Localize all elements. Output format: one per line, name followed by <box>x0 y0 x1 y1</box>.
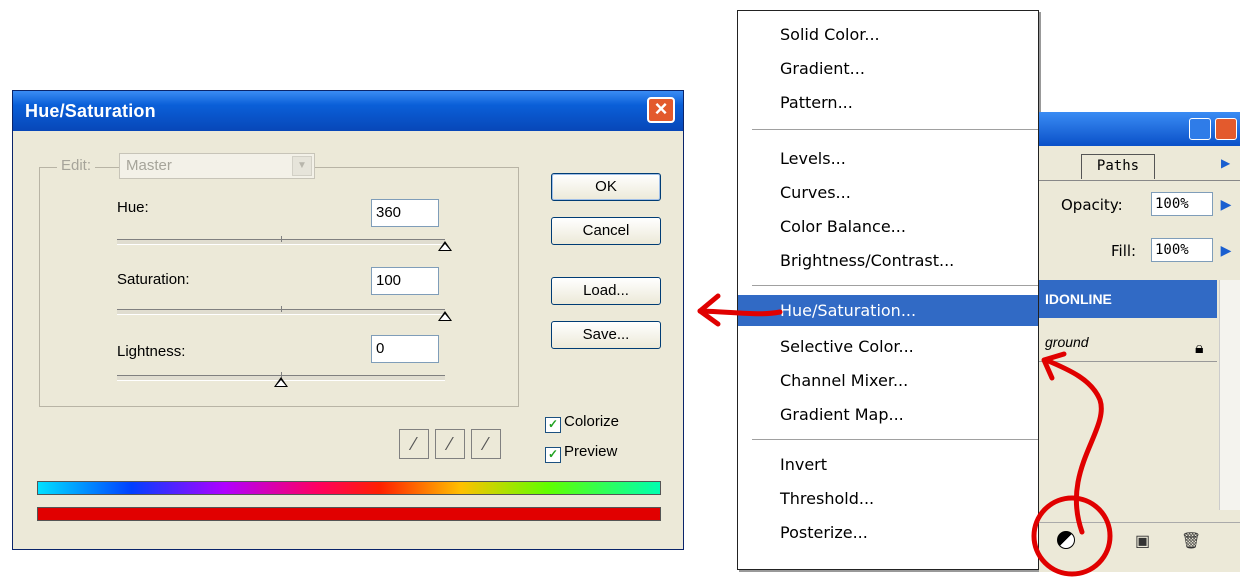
hue-slider-track[interactable] <box>117 236 445 245</box>
opacity-arrow-icon[interactable]: ▶ <box>1217 192 1235 216</box>
dialog-title-bar[interactable]: Hue/Saturation × <box>13 91 683 131</box>
menu-item-threshold[interactable]: Threshold... <box>738 483 1038 514</box>
menu-item-levels[interactable]: Levels... <box>738 143 1038 174</box>
new-layer-icon[interactable]: ▣ <box>1135 531 1150 551</box>
fill-label: Fill: <box>1111 242 1137 260</box>
lightness-input[interactable]: 0 <box>371 335 439 363</box>
panel-tab-row: Paths ▶ <box>1039 152 1240 181</box>
hue-saturation-dialog: Hue/Saturation × Edit: Master ▼ Hue: 360… <box>12 90 684 550</box>
panel-menu-icon[interactable]: ▶ <box>1221 156 1230 170</box>
hue-input[interactable]: 360 <box>371 199 439 227</box>
menu-item-channel-mixer[interactable]: Channel Mixer... <box>738 365 1038 396</box>
save-button[interactable]: Save... <box>551 321 661 349</box>
menu-item-curves[interactable]: Curves... <box>738 177 1038 208</box>
chevron-down-icon[interactable]: ▼ <box>292 156 312 176</box>
output-colorize-bar <box>37 507 661 521</box>
eyedropper-minus-icon[interactable]: ⁄ <box>471 429 501 459</box>
ok-button[interactable]: OK <box>551 173 661 201</box>
menu-divider <box>752 439 1038 440</box>
menu-item-posterize[interactable]: Posterize... <box>738 517 1038 548</box>
panel-title-bar[interactable] <box>1039 112 1240 146</box>
hue-label: Hue: <box>117 199 149 216</box>
trash-icon[interactable]: 🗑︎ <box>1181 531 1201 551</box>
load-button[interactable]: Load... <box>551 277 661 305</box>
cancel-button[interactable]: Cancel <box>551 217 661 245</box>
colorize-label: Colorize <box>564 413 620 430</box>
menu-item-pattern[interactable]: Pattern... <box>738 87 1038 118</box>
checkmark-icon: ✓ <box>545 447 561 463</box>
close-icon[interactable]: × <box>647 97 675 123</box>
checkmark-icon: ✓ <box>545 417 561 433</box>
minimize-icon[interactable] <box>1189 118 1211 140</box>
layer-row-selected[interactable]: IDONLINE <box>1039 280 1217 318</box>
lock-icon: 🔒︎ <box>1195 340 1204 357</box>
input-spectrum-bar <box>37 481 661 495</box>
menu-item-gradient-map[interactable]: Gradient Map... <box>738 399 1038 430</box>
dialog-title: Hue/Saturation <box>25 101 156 121</box>
preview-label: Preview <box>564 443 618 460</box>
opacity-input[interactable]: 100% <box>1151 192 1213 216</box>
layer-row-background[interactable]: ground <box>1039 322 1217 362</box>
saturation-input[interactable]: 100 <box>371 267 439 295</box>
panel-footer: ▣ 🗑︎ <box>1039 522 1240 557</box>
tab-paths[interactable]: Paths <box>1081 154 1155 179</box>
preview-checkbox[interactable]: ✓ Preview <box>545 443 617 463</box>
menu-item-solid-color[interactable]: Solid Color... <box>738 19 1038 50</box>
edit-select-value: Master <box>126 157 172 174</box>
menu-divider <box>752 129 1038 130</box>
fill-input[interactable]: 100% <box>1151 238 1213 262</box>
menu-item-selective-color[interactable]: Selective Color... <box>738 331 1038 362</box>
layers-scrollbar[interactable] <box>1219 280 1240 510</box>
eyedropper-plus-icon[interactable]: ⁄ <box>435 429 465 459</box>
menu-item-gradient[interactable]: Gradient... <box>738 53 1038 84</box>
eyedropper-icon[interactable]: ⁄ <box>399 429 429 459</box>
fill-arrow-icon[interactable]: ▶ <box>1217 238 1235 262</box>
saturation-slider-track[interactable] <box>117 306 445 315</box>
menu-item-color-balance[interactable]: Color Balance... <box>738 211 1038 242</box>
colorize-checkbox[interactable]: ✓ Colorize <box>545 413 619 433</box>
menu-item-brightness-contrast[interactable]: Brightness/Contrast... <box>738 245 1038 276</box>
adjustment-group <box>39 167 519 407</box>
layers-panel: Paths ▶ Opacity: 100% ▶ Fill: 100% ▶ IDO… <box>1039 112 1240 572</box>
menu-item-invert[interactable]: Invert <box>738 449 1038 480</box>
edit-label: Edit: <box>57 157 96 174</box>
close-icon[interactable] <box>1215 118 1237 140</box>
menu-divider <box>752 285 1038 286</box>
saturation-label: Saturation: <box>117 271 190 288</box>
adjustment-layer-menu: Solid Color... Gradient... Pattern... Le… <box>737 10 1039 570</box>
lightness-label: Lightness: <box>117 343 186 360</box>
menu-item-hue-saturation[interactable]: Hue/Saturation... <box>738 295 1038 326</box>
adjustment-layer-icon[interactable] <box>1057 531 1075 549</box>
opacity-label: Opacity: <box>1061 196 1123 214</box>
edit-select[interactable]: Master ▼ <box>119 153 315 179</box>
